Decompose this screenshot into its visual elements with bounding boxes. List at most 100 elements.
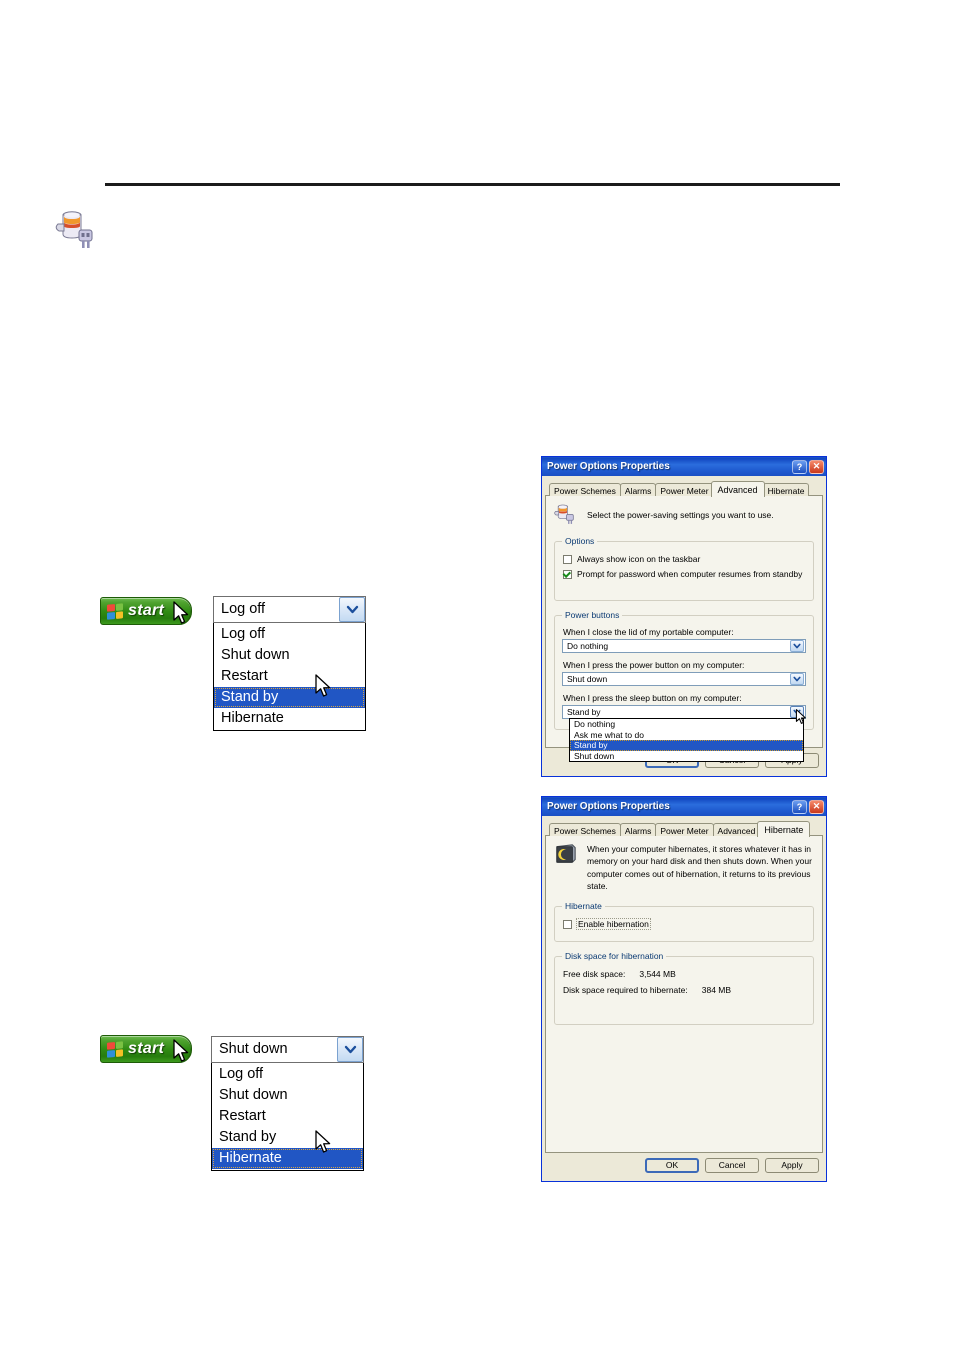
combo-option[interactable]: Shut down bbox=[212, 1085, 363, 1106]
required-disk-space-row: Disk space required to hibernate: 384 MB bbox=[563, 985, 806, 995]
combo-selected-value: Shut down bbox=[219, 1041, 288, 1058]
checkbox-always-show-icon[interactable] bbox=[563, 554, 572, 564]
combo-sleep-button[interactable]: Stand by bbox=[562, 705, 806, 719]
required-disk-space-label: Disk space required to hibernate: bbox=[563, 985, 688, 996]
start-button-label: start bbox=[128, 1040, 165, 1057]
dropdown-option[interactable]: Ask me what to do bbox=[570, 730, 803, 741]
tab-page-advanced: Select the power-saving settings you wan… bbox=[545, 495, 823, 748]
combo-option-selected[interactable]: Stand by bbox=[214, 687, 365, 708]
tab-advanced[interactable]: Advanced bbox=[712, 823, 761, 836]
disk-space-group-legend: Disk space for hibernation bbox=[565, 951, 664, 962]
power-options-properties-dialog-advanced[interactable]: Power Options Properties ? ✕ Power Schem… bbox=[541, 456, 827, 777]
dropdown-option[interactable]: Shut down bbox=[570, 751, 803, 762]
combo-power-button[interactable]: Shut down bbox=[562, 672, 806, 686]
dialog-title: Power Options Properties bbox=[547, 461, 670, 472]
dialog-intro-text: When your computer hibernates, it stores… bbox=[587, 844, 812, 891]
hibernate-group: Hibernate Enable hibernation bbox=[554, 901, 814, 943]
combo-option-selected[interactable]: Hibernate bbox=[212, 1148, 363, 1169]
tab-power-meter[interactable]: Power Meter bbox=[655, 823, 714, 836]
close-icon[interactable]: ✕ bbox=[809, 459, 824, 474]
power-buttons-group: Power buttons When I close the lid of my… bbox=[554, 610, 814, 730]
tabstrip[interactable]: Power Schemes Alarms Power Meter Advance… bbox=[545, 480, 823, 497]
combo-option[interactable]: Hibernate bbox=[214, 708, 365, 729]
windows-flag-icon bbox=[107, 1040, 123, 1058]
combo-option[interactable]: Shut down bbox=[214, 645, 365, 666]
free-disk-space-row: Free disk space: 3,544 MB bbox=[563, 969, 806, 979]
combo-option[interactable]: Stand by bbox=[212, 1127, 363, 1148]
computer-moon-icon bbox=[554, 843, 578, 867]
chevron-down-icon[interactable] bbox=[339, 597, 365, 622]
tab-hibernate[interactable]: Hibernate bbox=[762, 483, 810, 496]
chevron-down-icon[interactable] bbox=[790, 706, 804, 718]
label-sleep-button: When I press the sleep button on my comp… bbox=[563, 693, 742, 703]
checkbox-row-prompt-password[interactable]: Prompt for password when computer resume… bbox=[563, 569, 806, 579]
tab-alarms[interactable]: Alarms bbox=[619, 483, 657, 496]
close-icon[interactable]: ✕ bbox=[809, 799, 824, 814]
start-button-standby[interactable]: start bbox=[100, 597, 192, 625]
power-plug-battery-icon bbox=[554, 503, 578, 527]
options-group: Options Always show icon on the taskbar … bbox=[554, 536, 814, 601]
dropdown-option-selected[interactable]: Stand by bbox=[570, 740, 803, 751]
free-disk-space-label: Free disk space: bbox=[563, 969, 626, 980]
windows-flag-icon bbox=[107, 602, 123, 620]
dialog-intro: Select the power-saving settings you wan… bbox=[554, 503, 814, 527]
help-icon[interactable]: ? bbox=[792, 459, 807, 474]
dialog-title: Power Options Properties bbox=[547, 801, 670, 812]
free-disk-space-value: 3,544 MB bbox=[639, 969, 676, 980]
label-lid-close: When I close the lid of my portable comp… bbox=[563, 627, 734, 637]
chevron-down-icon[interactable] bbox=[790, 640, 804, 652]
checkbox-label: Prompt for password when computer resume… bbox=[577, 569, 803, 579]
start-button-label: start bbox=[128, 602, 165, 619]
power-options-properties-dialog-hibernate[interactable]: Power Options Properties ? ✕ Power Schem… bbox=[541, 796, 827, 1183]
tab-power-schemes[interactable]: Power Schemes bbox=[549, 483, 621, 496]
chevron-down-icon[interactable] bbox=[337, 1037, 363, 1062]
combo-field[interactable]: Shut down bbox=[211, 1036, 364, 1063]
combo-option[interactable]: Restart bbox=[212, 1106, 363, 1127]
combo-lid-close[interactable]: Do nothing bbox=[562, 639, 806, 653]
tab-power-schemes[interactable]: Power Schemes bbox=[549, 823, 621, 836]
help-icon[interactable]: ? bbox=[792, 799, 807, 814]
checkbox-prompt-password[interactable] bbox=[563, 569, 572, 579]
combo-value: Stand by bbox=[567, 706, 601, 717]
combo-option-list[interactable]: Log off Shut down Restart Stand by Hiber… bbox=[213, 623, 366, 731]
combo-option[interactable]: Log off bbox=[214, 624, 365, 645]
ok-button[interactable]: OK bbox=[645, 1158, 699, 1174]
shutdown-combo-hibernate[interactable]: Shut down Log off Shut down Restart Stan… bbox=[211, 1036, 364, 1171]
tab-advanced[interactable]: Advanced bbox=[710, 481, 765, 497]
combo-field[interactable]: Log off bbox=[213, 596, 366, 623]
shutdown-combo-standby[interactable]: Log off Log off Shut down Restart Stand … bbox=[213, 596, 366, 731]
checkbox-row-enable-hibernation[interactable]: Enable hibernation bbox=[563, 918, 806, 931]
tabstrip[interactable]: Power Schemes Alarms Power Meter Advance… bbox=[545, 820, 823, 837]
apply-button[interactable]: Apply bbox=[765, 1158, 819, 1174]
tab-hibernate[interactable]: Hibernate bbox=[757, 821, 811, 837]
dialog-button-row: OK Cancel Apply bbox=[545, 1153, 823, 1177]
combo-option[interactable]: Log off bbox=[212, 1064, 363, 1085]
disk-space-group: Disk space for hibernation Free disk spa… bbox=[554, 951, 814, 1026]
dialog-intro: When your computer hibernates, it stores… bbox=[554, 843, 814, 892]
dialog-intro-text: Select the power-saving settings you wan… bbox=[587, 510, 774, 520]
checkbox-enable-hibernation[interactable] bbox=[563, 919, 572, 929]
combo-value: Do nothing bbox=[567, 640, 609, 651]
combo-selected-value: Log off bbox=[221, 601, 266, 618]
sleep-button-dropdown-list[interactable]: Do nothing Ask me what to do Stand by Sh… bbox=[569, 718, 804, 762]
cancel-button[interactable]: Cancel bbox=[705, 1158, 759, 1174]
power-buttons-group-legend: Power buttons bbox=[565, 610, 620, 620]
dropdown-option[interactable]: Do nothing bbox=[570, 719, 803, 730]
combo-option[interactable]: Restart bbox=[214, 666, 365, 687]
chevron-down-icon[interactable] bbox=[790, 673, 804, 685]
tab-page-hibernate: When your computer hibernates, it stores… bbox=[545, 835, 823, 1154]
tab-power-meter[interactable]: Power Meter bbox=[655, 483, 714, 496]
dialog-titlebar[interactable]: Power Options Properties ? ✕ bbox=[542, 797, 826, 816]
page-divider-rule bbox=[105, 183, 840, 186]
checkbox-label: Enable hibernation bbox=[576, 918, 651, 931]
options-group-legend: Options bbox=[565, 536, 595, 546]
checkbox-row-always-show-icon[interactable]: Always show icon on the taskbar bbox=[563, 554, 806, 564]
label-power-button: When I press the power button on my comp… bbox=[563, 660, 745, 670]
checkbox-label: Always show icon on the taskbar bbox=[577, 554, 701, 564]
start-button-hibernate[interactable]: start bbox=[100, 1035, 192, 1063]
tab-page-empty-area bbox=[554, 1034, 814, 1144]
hibernate-group-legend: Hibernate bbox=[565, 901, 602, 912]
tab-alarms[interactable]: Alarms bbox=[619, 823, 657, 836]
dialog-titlebar[interactable]: Power Options Properties ? ✕ bbox=[542, 457, 826, 476]
combo-option-list[interactable]: Log off Shut down Restart Stand by Hiber… bbox=[211, 1063, 364, 1171]
